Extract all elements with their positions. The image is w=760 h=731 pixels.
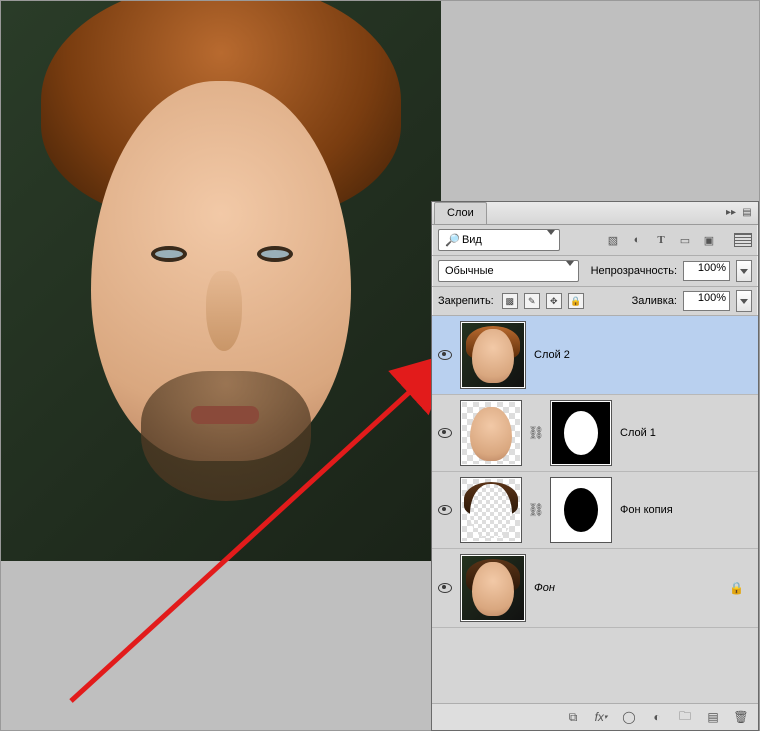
layer-row[interactable]: Фон 🔒 <box>432 549 758 628</box>
group-icon[interactable]: 🗀 <box>678 710 692 724</box>
lock-label: Закрепить: <box>438 295 494 307</box>
eye-icon <box>438 350 452 360</box>
layer-row[interactable]: ⛓ Фон копия <box>432 472 758 549</box>
layer-thumbnail[interactable] <box>460 477 522 543</box>
panel-bottom-toolbar: ⧉ fx▾ ◯ ◐ 🗀 ▤ 🗑 <box>432 703 758 730</box>
eye-icon <box>438 428 452 438</box>
layer-name[interactable]: Фон <box>534 582 555 594</box>
filter-type-icon[interactable]: T <box>654 233 668 247</box>
opacity-input[interactable]: 100% <box>683 261 730 281</box>
mask-link-icon[interactable]: ⛓ <box>530 418 542 448</box>
canvas-workarea: Слои ▸▸ ▤ 🔎 Вид ▧ ◐ T ▭ ▣ <box>1 1 759 730</box>
visibility-toggle[interactable] <box>438 348 452 362</box>
tab-layers[interactable]: Слои <box>434 202 487 224</box>
mask-link-icon[interactable]: ⛓ <box>530 495 542 525</box>
layer-mask-thumbnail[interactable] <box>550 477 612 543</box>
filter-shape-icon[interactable]: ▭ <box>678 233 692 247</box>
lock-all-icon[interactable]: 🔒 <box>568 293 584 309</box>
link-layers-icon[interactable]: ⧉ <box>566 710 580 724</box>
fill-label: Заливка: <box>632 295 677 307</box>
filter-smart-icon[interactable]: ▣ <box>702 233 716 247</box>
app-root: Слои ▸▸ ▤ 🔎 Вид ▧ ◐ T ▭ ▣ <box>0 0 760 731</box>
chevron-down-icon <box>547 235 555 247</box>
layer-mask-thumbnail[interactable] <box>550 400 612 466</box>
fill-dropdown-button[interactable] <box>736 290 752 312</box>
canvas-content <box>206 271 242 351</box>
layer-name[interactable]: Фон копия <box>620 504 673 516</box>
layer-thumbnail[interactable] <box>460 400 522 466</box>
layer-row[interactable]: Слой 2 <box>432 316 758 395</box>
eye-icon <box>438 505 452 515</box>
new-layer-icon[interactable]: ▤ <box>706 710 720 724</box>
layer-name[interactable]: Слой 2 <box>534 349 570 361</box>
eye-icon <box>438 583 452 593</box>
filter-toggle-icon[interactable] <box>734 233 752 247</box>
fx-icon[interactable]: fx▾ <box>594 710 608 724</box>
blend-opacity-row: Обычные Непрозрачность: 100% <box>432 256 758 287</box>
lock-buttons: ▩ ✎ ✥ 🔒 <box>502 293 584 309</box>
layer-thumbnail[interactable] <box>460 321 526 389</box>
filter-kind-dropdown[interactable]: 🔎 Вид <box>438 229 560 251</box>
blend-mode-value: Обычные <box>445 265 494 277</box>
add-mask-icon[interactable]: ◯ <box>622 710 636 724</box>
filter-kind-label: Вид <box>462 234 482 246</box>
chevron-down-icon <box>566 266 574 278</box>
fill-input[interactable]: 100% <box>683 291 730 311</box>
canvas-content <box>257 246 293 262</box>
layer-name[interactable]: Слой 1 <box>620 427 656 439</box>
chevron-down-icon <box>740 269 748 274</box>
filter-pixel-icon[interactable]: ▧ <box>606 233 620 247</box>
filter-type-icons: ▧ ◐ T ▭ ▣ <box>606 233 752 247</box>
blend-mode-dropdown[interactable]: Обычные <box>438 260 579 282</box>
document-canvas[interactable] <box>1 1 441 561</box>
adjustment-layer-icon[interactable]: ◐ <box>650 710 664 724</box>
lock-pixels-icon[interactable]: ✎ <box>524 293 540 309</box>
visibility-toggle[interactable] <box>438 581 452 595</box>
layer-row[interactable]: ⛓ Слой 1 <box>432 395 758 472</box>
canvas-content <box>151 246 187 262</box>
opacity-label: Непрозрачность: <box>591 265 677 277</box>
layer-list: Слой 2 ⛓ Слой 1 <box>432 316 758 703</box>
lock-fill-row: Закрепить: ▩ ✎ ✥ 🔒 Заливка: 100% <box>432 287 758 316</box>
layer-filter-row: 🔎 Вид ▧ ◐ T ▭ ▣ <box>432 225 758 256</box>
filter-adjust-icon[interactable]: ◐ <box>630 233 644 247</box>
collapse-icon[interactable]: ▸▸ <box>724 205 738 219</box>
visibility-toggle[interactable] <box>438 426 452 440</box>
lock-position-icon[interactable]: ✥ <box>546 293 562 309</box>
layer-thumbnail[interactable] <box>460 554 526 622</box>
canvas-content <box>191 406 259 424</box>
opacity-dropdown-button[interactable] <box>736 260 752 282</box>
panel-menu-icon[interactable]: ▤ <box>740 205 754 219</box>
lock-transparent-icon[interactable]: ▩ <box>502 293 518 309</box>
layers-panel: Слои ▸▸ ▤ 🔎 Вид ▧ ◐ T ▭ ▣ <box>431 201 759 731</box>
trash-icon[interactable]: 🗑 <box>734 710 748 724</box>
search-icon: 🔎 <box>445 233 460 247</box>
canvas-content <box>141 371 311 501</box>
panel-tab-bar: Слои ▸▸ ▤ <box>432 202 758 225</box>
visibility-toggle[interactable] <box>438 503 452 517</box>
lock-icon: 🔒 <box>729 581 744 595</box>
chevron-down-icon <box>740 299 748 304</box>
